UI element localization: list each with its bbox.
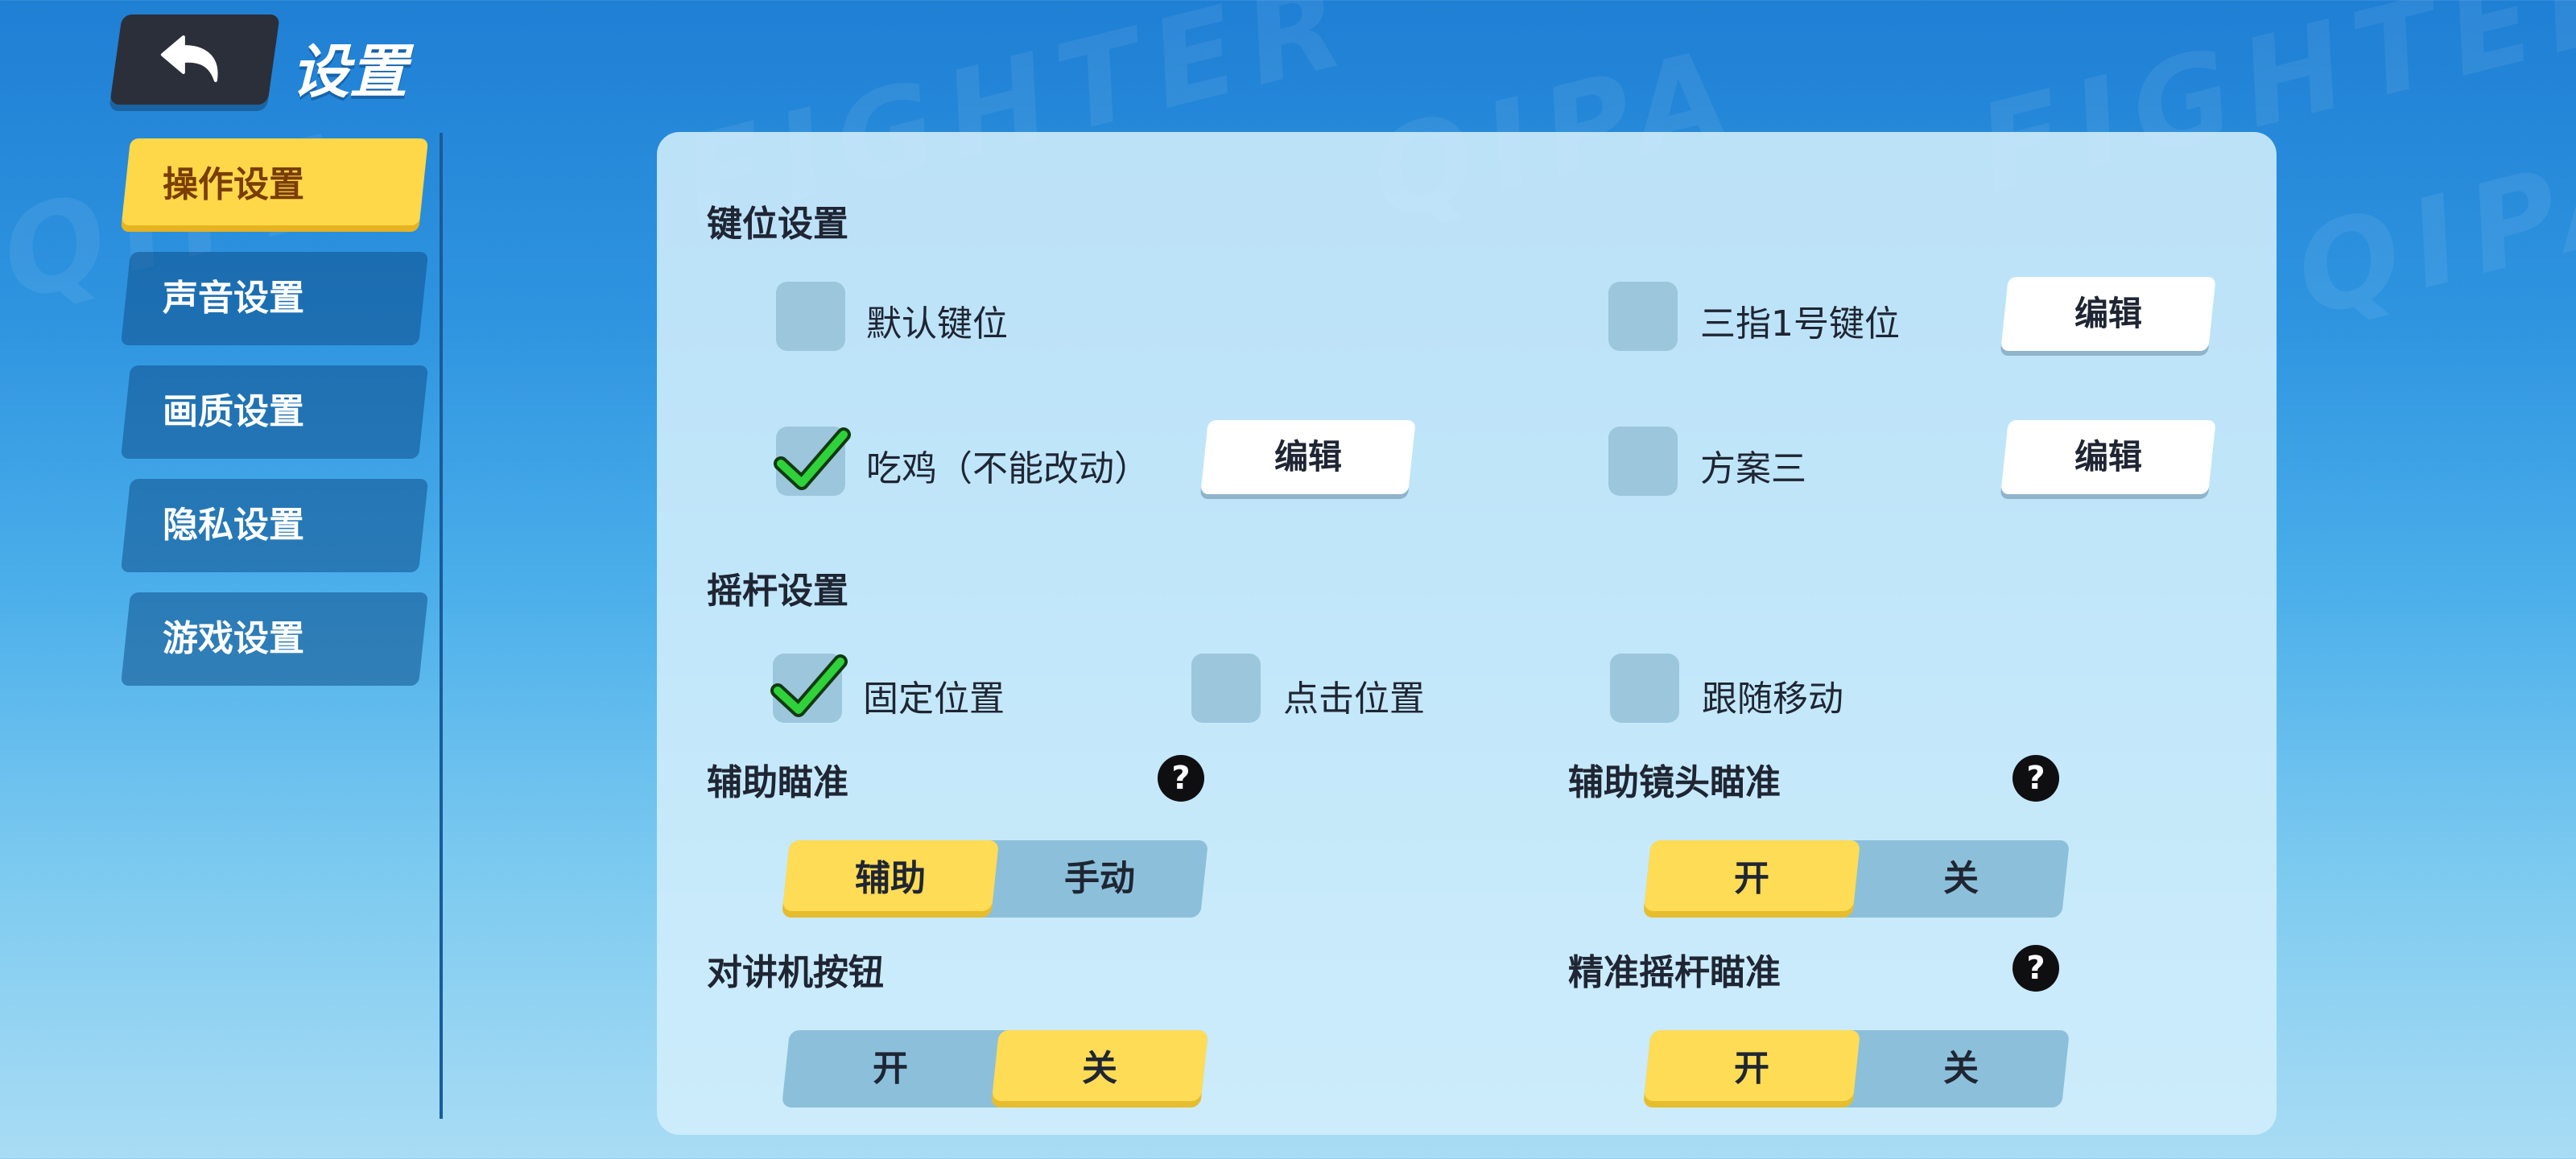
edit-button-label: 编辑 [1274,437,1342,476]
keymap-three-finger-checkbox[interactable] [1608,282,1678,351]
keymap-default-checkbox[interactable] [776,282,845,351]
keymap-default-label: 默认键位 [866,303,1008,344]
option-label: 关 [1082,1048,1117,1089]
edit-button-label: 编辑 [2074,437,2142,476]
camera-aim-option-on[interactable]: 开 [1642,840,1861,918]
background-watermark: QIPA [2282,118,2576,344]
precise-joystick-title: 精准摇杆瞄准 [1568,952,1781,993]
precise-joystick-option-on[interactable]: 开 [1642,1030,1861,1107]
sidebar-item-privacy-settings[interactable]: 隐私设置 [120,479,429,572]
joystick-follow-checkbox[interactable] [1610,654,1679,723]
aim-assist-title: 辅助瞄准 [707,762,848,803]
walkie-talkie-title: 对讲机按钮 [707,952,884,993]
joystick-section-title: 摇杆设置 [707,571,848,612]
joystick-follow-label: 跟随移动 [1702,678,1843,720]
camera-aim-title: 辅助镜头瞄准 [1568,762,1781,803]
sidebar-item-sound-settings[interactable]: 声音设置 [120,252,429,345]
edit-button-label: 编辑 [2074,294,2142,333]
sidebar-item-label: 声音设置 [163,278,304,319]
precise-joystick-help-icon[interactable]: ? [2013,945,2059,992]
precise-joystick-toggle[interactable]: 开 关 [1642,1030,2070,1107]
option-label: 辅助 [855,858,926,899]
sidebar-item-label: 画质设置 [163,391,304,432]
keymap-plan-three-label: 方案三 [1700,448,1806,489]
back-arrow-icon [160,35,218,82]
keymap-section-title: 键位设置 [707,204,848,245]
keymap-chicken-checkbox[interactable] [774,427,851,496]
walkie-talkie-option-off[interactable]: 关 [990,1030,1209,1107]
page-title: 设置 [291,38,408,105]
sidebar-item-control-settings[interactable]: 操作设置 [120,138,429,232]
camera-aim-help-icon[interactable]: ? [2013,755,2059,802]
keymap-chicken-label: 吃鸡（不能改动） [866,448,1150,489]
aim-assist-option-assist[interactable]: 辅助 [781,840,1000,918]
checkmark-icon [770,654,848,717]
joystick-tap-label: 点击位置 [1283,678,1425,720]
precise-joystick-option-off[interactable]: 关 [1852,1030,2070,1107]
option-label: 开 [1734,858,1769,899]
keymap-three-finger-edit-button[interactable]: 编辑 [2000,277,2216,351]
sidebar-item-label: 游戏设置 [163,618,304,659]
option-label: 开 [1734,1048,1769,1089]
sidebar-item-label: 操作设置 [163,164,304,205]
keymap-plan-three-checkbox[interactable] [1608,427,1678,496]
keymap-chicken-edit-button[interactable]: 编辑 [1200,420,1416,494]
option-label: 关 [1943,1048,1979,1089]
walkie-talkie-option-on[interactable]: 开 [782,1030,999,1107]
walkie-talkie-toggle[interactable]: 开 关 [781,1030,1209,1107]
checkmark-icon [774,427,851,490]
option-label: 开 [873,1048,908,1089]
joystick-fixed-label: 固定位置 [863,678,1005,720]
option-label: 手动 [1064,858,1135,899]
sidebar-divider [440,133,443,1119]
camera-aim-option-off[interactable]: 关 [1852,840,2070,918]
aim-assist-toggle[interactable]: 辅助 手动 [781,840,1209,918]
sidebar-item-label: 隐私设置 [163,505,304,546]
option-label: 关 [1943,858,1979,899]
keymap-plan-three-edit-button[interactable]: 编辑 [2000,420,2216,494]
aim-assist-help-icon[interactable]: ? [1158,755,1204,802]
keymap-three-finger-label: 三指1号键位 [1700,303,1900,344]
joystick-fixed-checkbox[interactable] [770,654,848,723]
aim-assist-option-manual[interactable]: 手动 [991,840,1208,918]
sidebar-item-game-settings[interactable]: 游戏设置 [120,592,429,686]
sidebar-item-graphics-settings[interactable]: 画质设置 [120,365,429,459]
camera-aim-toggle[interactable]: 开 关 [1642,840,2070,918]
back-button[interactable] [109,14,280,105]
joystick-tap-checkbox[interactable] [1191,654,1261,723]
